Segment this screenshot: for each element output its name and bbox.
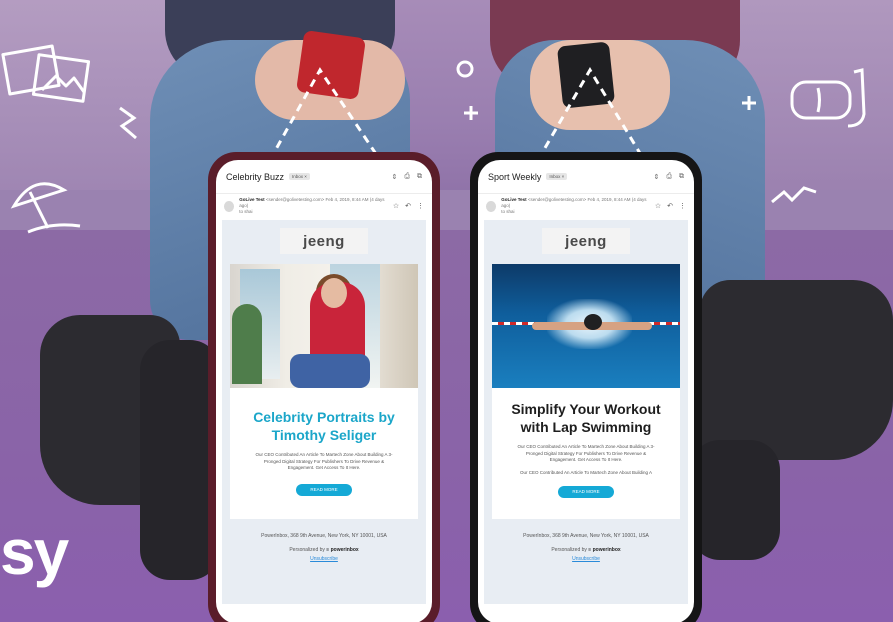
boot-right — [700, 280, 893, 460]
print-icon[interactable]: ⎙ — [666, 173, 672, 181]
read-more-button[interactable]: READ MORE — [558, 486, 614, 498]
company-address: PowerInbox, 368 9th Avenue, New York, NY… — [261, 533, 387, 539]
unsubscribe-link[interactable]: Unsubscribe — [484, 556, 688, 562]
email-screen: Celebrity Buzz Inbox × ⇕ ⎙ ⧉ GoLive Test… — [216, 160, 432, 622]
plus-icon-right — [742, 96, 756, 110]
article-card: Simplify Your Workout with Lap Swimming … — [492, 264, 680, 519]
article-title[interactable]: Simplify Your Workout with Lap Swimming — [492, 388, 680, 436]
phone-left: Celebrity Buzz Inbox × ⇕ ⎙ ⧉ GoLive Test… — [208, 152, 440, 622]
open-new-window-icon[interactable]: ⧉ — [417, 173, 422, 181]
sender-row: GoLive Test <sender@golivetesting.com> F… — [216, 194, 432, 218]
inbox-label[interactable]: Inbox × — [289, 173, 310, 180]
background-photo: sy — [0, 0, 893, 622]
photos-icon — [1, 44, 91, 103]
email-footer: PowerInbox, 368 9th Avenue, New York, NY… — [484, 519, 688, 562]
phone-right: Sport Weekly Inbox × ⇕ ⎙ ⧉ GoLive Test <… — [470, 152, 702, 622]
unsubscribe-link[interactable]: Unsubscribe — [222, 556, 426, 562]
sender-row: GoLive Test <sender@golivetesting.com> F… — [478, 194, 694, 218]
sender-info: GoLive Test <sender@golivetesting.com> F… — [501, 197, 650, 215]
star-icon[interactable]: ☆ — [655, 202, 661, 210]
star-icon[interactable]: ☆ — [393, 202, 399, 210]
email-screen: Sport Weekly Inbox × ⇕ ⎙ ⧉ GoLive Test <… — [478, 160, 694, 622]
expand-icon[interactable]: ⇕ — [654, 173, 660, 181]
more-icon[interactable]: ⋮ — [679, 202, 686, 210]
powerinbox-logo: ≡ powerinbox — [326, 547, 359, 553]
email-subject: Sport Weekly — [488, 171, 542, 182]
recipient: to shai — [501, 209, 515, 214]
email-body: jeeng Simplify Your Workout with Lap Swi… — [484, 220, 688, 604]
company-address: PowerInbox, 368 9th Avenue, New York, NY… — [523, 533, 649, 539]
email-header: Celebrity Buzz Inbox × ⇕ ⎙ ⧉ — [216, 160, 432, 194]
reply-icon[interactable]: ↶ — [405, 202, 411, 210]
snorkel-mask-icon — [790, 68, 866, 128]
jeeng-logo: jeeng — [542, 228, 630, 254]
article-title[interactable]: Celebrity Portraits by Timothy Seliger — [230, 388, 418, 444]
swimmer-photo — [492, 264, 680, 388]
article-text-secondary: Our CEO Contributed An Article To Martec… — [520, 469, 652, 475]
personalized-label: Personalized by — [551, 547, 587, 553]
dashed-signal-left — [268, 67, 382, 160]
open-new-window-icon[interactable]: ⧉ — [679, 173, 684, 181]
avatar — [486, 200, 497, 212]
email-footer: PowerInbox, 368 9th Avenue, New York, NY… — [222, 519, 426, 562]
recipient: to shai — [239, 209, 253, 214]
powerinbox-logo: ≡ powerinbox — [588, 547, 621, 553]
reply-icon[interactable]: ↶ — [667, 202, 673, 210]
read-more-button[interactable]: READ MORE — [296, 483, 352, 496]
beach-umbrella-icon — [10, 182, 81, 234]
celebrity-photo — [230, 264, 418, 388]
email-body: jeeng Celebrity Portraits by Timothy Sel… — [222, 220, 426, 604]
article-text: Our CEO Contributed An Article To Martec… — [517, 444, 655, 462]
email-subject: Celebrity Buzz — [226, 171, 285, 182]
article-text: Our CEO Contributed An Article To Martec… — [255, 452, 393, 470]
avatar — [224, 200, 235, 212]
squiggle-icon — [771, 186, 817, 204]
circle-icon — [456, 60, 474, 78]
sender-name: GoLive Test — [239, 197, 265, 202]
article-card: Celebrity Portraits by Timothy Seliger O… — [230, 264, 418, 519]
dashed-signal-right — [536, 67, 646, 160]
email-header: Sport Weekly Inbox × ⇕ ⎙ ⧉ — [478, 160, 694, 194]
boot-right-heel — [690, 440, 780, 560]
inbox-label[interactable]: Inbox × — [546, 173, 568, 180]
personalized-label: Personalized by — [289, 547, 325, 553]
jeeng-logo: jeeng — [280, 228, 368, 254]
sender-info: GoLive Test <sender@golivetesting.com> F… — [239, 197, 388, 215]
sender-name: GoLive Test — [501, 197, 527, 202]
zigzag-icon — [119, 106, 137, 140]
more-icon[interactable]: ⋮ — [417, 202, 424, 210]
expand-icon[interactable]: ⇕ — [392, 173, 398, 181]
print-icon[interactable]: ⎙ — [404, 173, 410, 181]
personalized-by: Personalized by ≡ powerinbox — [222, 547, 426, 553]
plus-icon — [464, 106, 478, 120]
brand-logo-partial: sy — [0, 516, 69, 588]
personalized-by: Personalized by ≡ powerinbox — [484, 547, 688, 553]
